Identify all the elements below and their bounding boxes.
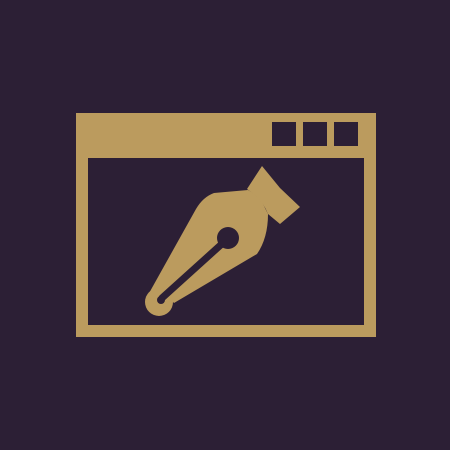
window-button-icon: [272, 122, 296, 146]
browser-window-pen-nib-icon: [0, 0, 450, 450]
window-button-icon: [334, 122, 358, 146]
nib-tip-dot: [157, 296, 165, 304]
nib-breather-hole: [217, 227, 239, 249]
window-button-icon: [303, 122, 327, 146]
icon-canvas: [0, 0, 450, 450]
